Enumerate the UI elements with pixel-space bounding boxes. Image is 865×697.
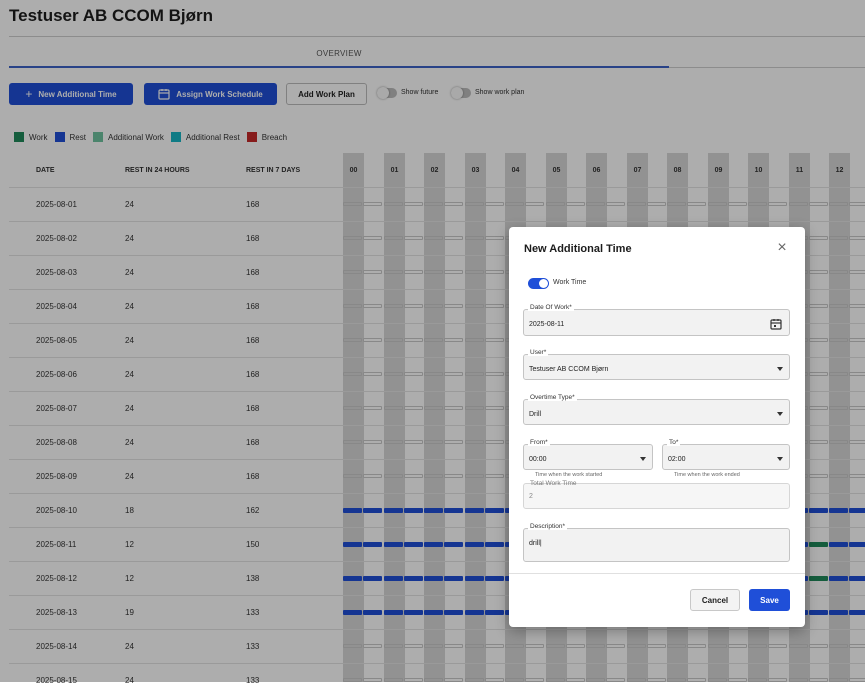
date-of-work-label: Date Of Work*	[528, 304, 574, 311]
work-time-toggle[interactable]	[528, 278, 549, 289]
description-label: Description*	[528, 523, 568, 530]
total-work-time-field: Total Work Time 2	[523, 480, 790, 509]
to-helper-text: Time when the work ended	[674, 472, 740, 478]
user-label: User*	[528, 349, 549, 356]
description-textarea[interactable]: Description* drill|	[523, 523, 790, 562]
to-time-select[interactable]: To* 02:00	[662, 439, 790, 470]
total-work-time-value: 2	[529, 493, 533, 500]
date-of-work-field[interactable]: Date Of Work* 2025-08-11	[523, 304, 790, 336]
from-helper-text: Time when the work started	[535, 472, 603, 478]
description-value: drill|	[529, 540, 542, 547]
dialog-footer-divider	[509, 573, 805, 574]
work-time-label: Work Time	[553, 279, 587, 286]
dialog-title: New Additional Time	[524, 243, 632, 255]
new-additional-time-dialog: New Additional Time × Work Time Date Of …	[509, 227, 805, 627]
to-value: 02:00	[668, 456, 686, 463]
from-label: From*	[528, 439, 550, 446]
date-of-work-value: 2025-08-11	[529, 321, 565, 328]
toggle-knob	[539, 279, 548, 288]
overtime-type-select[interactable]: Overtime Type* Drill	[523, 394, 790, 425]
from-value: 00:00	[529, 456, 547, 463]
total-work-time-label: Total Work Time	[530, 480, 577, 487]
calendar-icon[interactable]	[770, 318, 782, 330]
to-label: To*	[667, 439, 681, 446]
save-button[interactable]: Save	[749, 589, 790, 611]
close-icon[interactable]: ×	[774, 240, 790, 256]
chevron-down-icon	[777, 412, 783, 416]
chevron-down-icon	[777, 457, 783, 461]
user-value: Testuser AB CCOM Bjørn	[529, 366, 609, 373]
chevron-down-icon	[777, 367, 783, 371]
cancel-button[interactable]: Cancel	[690, 589, 740, 611]
overtime-type-value: Drill	[529, 411, 542, 418]
overtime-type-label: Overtime Type*	[528, 394, 577, 401]
user-select[interactable]: User* Testuser AB CCOM Bjørn	[523, 349, 790, 380]
chevron-down-icon	[640, 457, 646, 461]
from-time-select[interactable]: From* 00:00	[523, 439, 653, 470]
